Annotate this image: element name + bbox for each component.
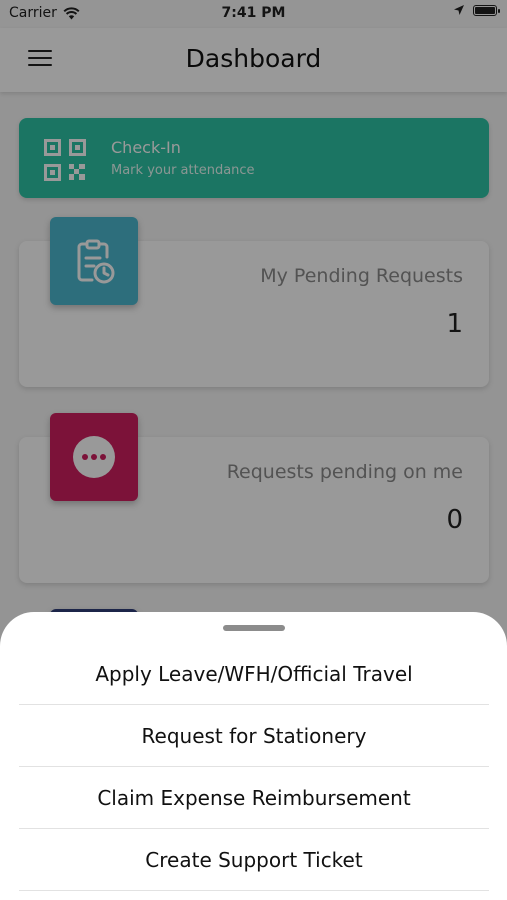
create-support-ticket-option[interactable]: Create Support Ticket: [19, 829, 489, 891]
claim-expense-option[interactable]: Claim Expense Reimbursement: [19, 767, 489, 829]
sheet-drag-handle[interactable]: [223, 625, 285, 631]
action-list: Apply Leave/WFH/Official Travel Request …: [19, 643, 489, 891]
action-bottom-sheet: Apply Leave/WFH/Official Travel Request …: [0, 612, 507, 900]
dashboard-screen: Carrier 7:41 PM Dashboard Check-In Mark …: [0, 0, 507, 900]
apply-leave-option[interactable]: Apply Leave/WFH/Official Travel: [19, 643, 489, 705]
request-stationery-option[interactable]: Request for Stationery: [19, 705, 489, 767]
